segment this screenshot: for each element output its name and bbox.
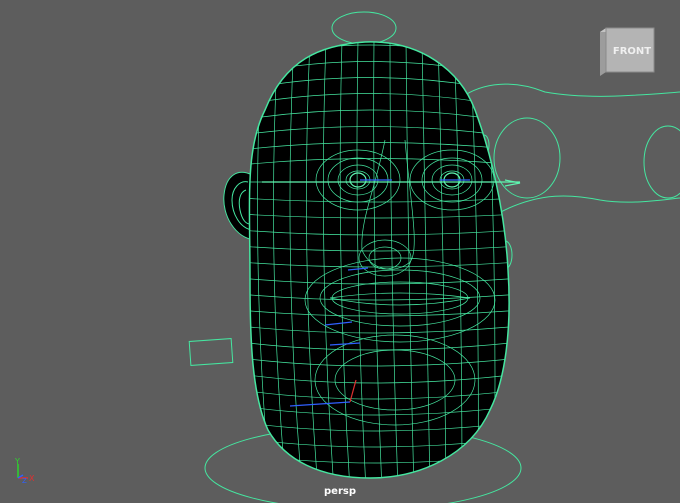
- axis-x-label: X: [29, 474, 35, 483]
- eye-control-curve: [493, 117, 561, 199]
- axis-z-label: Z: [22, 477, 27, 484]
- persp-viewport[interactable]: FRONT Y X Z persp: [0, 0, 680, 503]
- wireframe-scene[interactable]: [0, 0, 680, 503]
- jaw-control-box: [188, 338, 234, 366]
- axis-y-label: Y: [14, 457, 20, 466]
- view-cube-front-label: FRONT: [613, 46, 651, 57]
- spline-curve-mid: [494, 195, 680, 216]
- view-cube-icon[interactable]: FRONT: [598, 26, 658, 78]
- top-circle-curve: [331, 11, 397, 45]
- head-mesh[interactable]: [240, 40, 521, 490]
- spline-curve-top: [464, 83, 680, 97]
- side-control-curve: [643, 125, 680, 199]
- camera-name-label: persp: [324, 486, 356, 497]
- axis-gizmo-icon: Y X Z: [14, 457, 35, 484]
